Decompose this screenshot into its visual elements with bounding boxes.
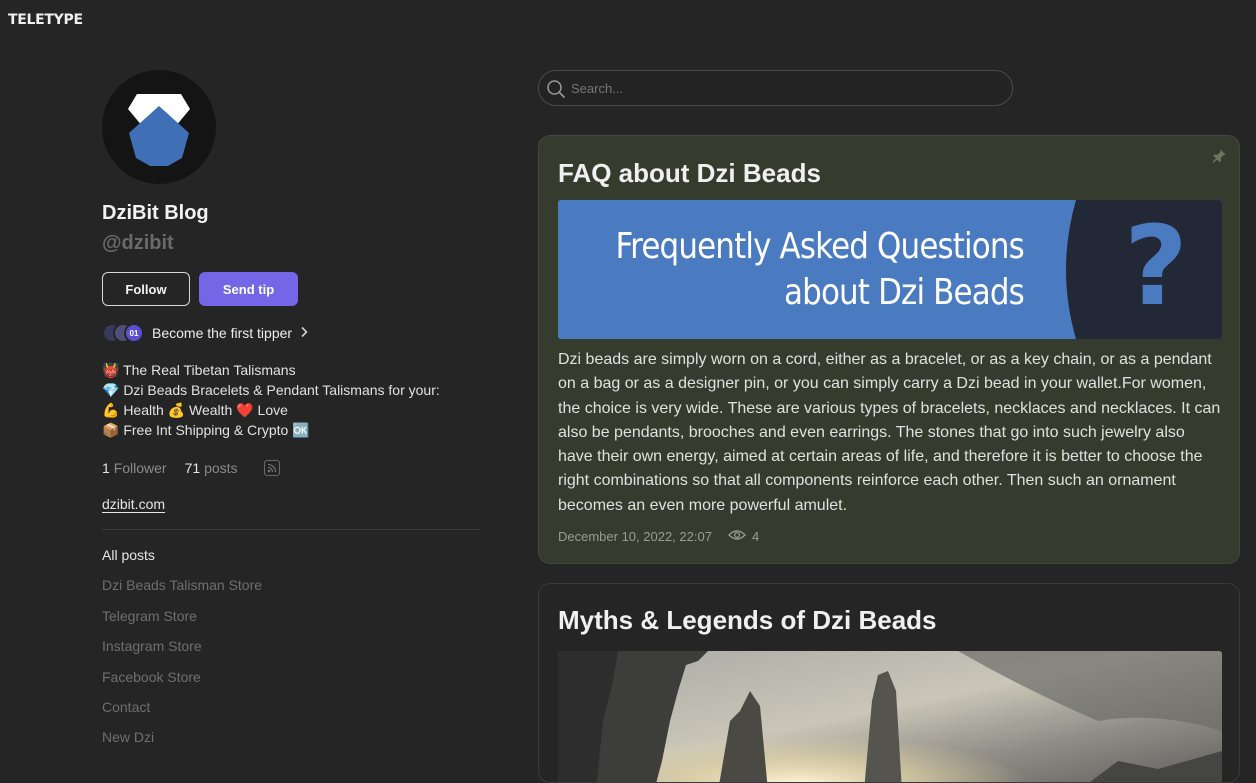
banner-line: about Dzi Beads xyxy=(784,272,1025,313)
followers-label: Follower xyxy=(113,460,167,476)
bio-line: 📦 Free Int Shipping & Crypto 🆗 xyxy=(102,422,310,438)
followers-stat[interactable]: 1 Follower xyxy=(102,460,167,476)
teletype-logo[interactable]: TELETYPE xyxy=(8,12,83,28)
first-tipper-link[interactable]: 01 Become the first tipper xyxy=(102,322,308,344)
pin-icon xyxy=(1211,148,1227,169)
avatar[interactable] xyxy=(102,70,216,184)
question-mark-icon: ? xyxy=(1124,202,1188,330)
divider xyxy=(102,529,480,530)
post-cover-image[interactable] xyxy=(558,651,1222,782)
post-excerpt: Dzi beads are simply worn on a cord, eit… xyxy=(558,351,1221,514)
website-link[interactable]: dzibit.com xyxy=(102,496,165,512)
chevron-right-icon xyxy=(300,325,308,341)
bio-line: 💎 Dzi Beads Bracelets & Pendant Talisman… xyxy=(102,382,440,398)
send-tip-button[interactable]: Send tip xyxy=(199,272,298,306)
nav-item-instagram-store[interactable]: Instagram Store xyxy=(102,636,262,666)
nav-item-facebook-store[interactable]: Facebook Store xyxy=(102,667,262,697)
follow-button[interactable]: Follow xyxy=(102,272,190,306)
top-bar: TELETYPE xyxy=(0,0,1256,44)
profile-stats: 1 Follower 71 posts xyxy=(102,460,280,476)
sidebar-nav: All posts Dzi Beads Talisman Store Teleg… xyxy=(102,545,262,758)
posts-stat: 71 posts xyxy=(185,460,238,476)
search-icon xyxy=(546,79,566,104)
bio-line: 👹 The Real Tibetan Talismans xyxy=(102,362,296,378)
nav-item-contact[interactable]: Contact xyxy=(102,697,262,727)
posts-count: 71 xyxy=(184,460,201,476)
blog-name: DziBit Blog xyxy=(102,202,209,224)
blog-handle: @dzibit xyxy=(102,232,174,254)
tipper-avatars: 01 xyxy=(102,322,148,344)
search-bar[interactable] xyxy=(538,70,1013,106)
nav-item-telegram-store[interactable]: Telegram Store xyxy=(102,606,262,636)
post-date: December 10, 2022, 22:07 xyxy=(558,529,712,544)
bio: 👹 The Real Tibetan Talismans 💎 Dzi Beads… xyxy=(102,360,482,440)
search-input[interactable] xyxy=(571,80,991,96)
bio-line: 💪 Health 💰 Wealth ❤️ Love xyxy=(102,402,288,418)
rss-icon[interactable] xyxy=(263,460,280,476)
followers-count: 1 xyxy=(102,460,110,476)
eye-icon xyxy=(728,529,746,544)
post-meta: December 10, 2022, 22:07 4 xyxy=(558,529,759,544)
post-card[interactable]: FAQ about Dzi Beads Frequently Asked Que… xyxy=(538,135,1240,564)
banner-line: Frequently Asked Questions xyxy=(615,226,1025,267)
tipper-badge: 01 xyxy=(124,323,144,343)
nav-item-all-posts[interactable]: All posts xyxy=(102,545,262,575)
post-card[interactable]: Myths & Legends of Dzi Beads xyxy=(538,583,1240,783)
post-title[interactable]: Myths & Legends of Dzi Beads xyxy=(558,605,937,636)
banner-heading: Frequently Asked Questions about Dzi Bea… xyxy=(615,224,1025,316)
nav-item-new-dzi[interactable]: New Dzi xyxy=(102,727,262,757)
post-title[interactable]: FAQ about Dzi Beads xyxy=(558,158,821,189)
post-cover-image[interactable]: Frequently Asked Questions about Dzi Bea… xyxy=(558,200,1222,339)
view-count: 4 xyxy=(751,529,760,544)
first-tipper-label: Become the first tipper xyxy=(152,325,293,341)
posts-label: posts xyxy=(204,460,238,476)
nav-item-dzi-beads-talisman-store[interactable]: Dzi Beads Talisman Store xyxy=(102,575,262,605)
